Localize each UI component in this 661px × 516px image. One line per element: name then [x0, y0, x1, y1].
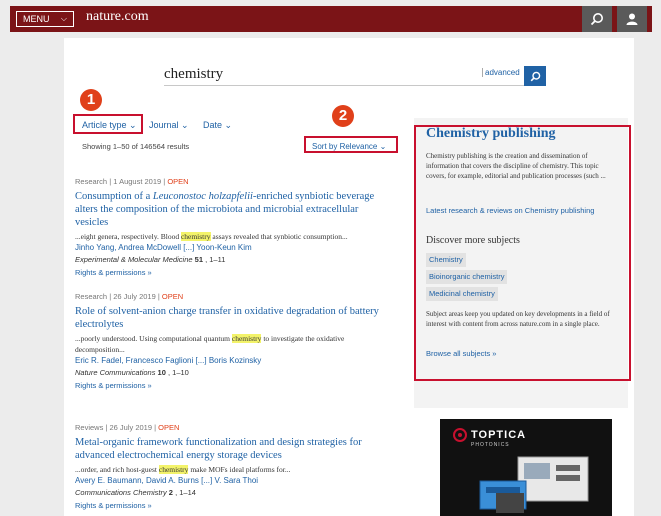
result-type: Research	[75, 292, 108, 301]
result-snippet: ...eight genera, respectively. Blood che…	[75, 232, 348, 241]
sort-dropdown[interactable]: Sort by Relevance ⌄	[312, 142, 386, 151]
result-authors[interactable]: Eric R. Fadel, Francesco Faglioni [...] …	[75, 355, 393, 367]
result-journal: Communications Chemistry 2 , 1–14	[75, 488, 196, 497]
result-title[interactable]: Consumption of a Leuconostoc holzapfelii…	[75, 190, 393, 229]
result-title[interactable]: Metal-organic framework functionalizatio…	[75, 436, 393, 462]
menu-label: MENU	[23, 14, 50, 24]
annotation-box-sidebar	[414, 125, 631, 381]
result-type: Research	[75, 177, 108, 186]
rights-permissions-link[interactable]: Rights & permissions »	[75, 379, 393, 392]
filter-article-type-label: Article type	[82, 120, 127, 130]
result-type: Reviews	[75, 423, 104, 432]
open-access-badge: OPEN	[161, 292, 184, 301]
search-results-page: chemistry advanced 1 2 3 Article type ⌄ …	[64, 38, 634, 516]
rights-permissions-link[interactable]: Rights & permissions »	[75, 499, 393, 512]
chevron-down-icon: ⌄	[181, 120, 189, 130]
open-access-badge: OPEN	[167, 177, 189, 186]
result-journal: Experimental & Molecular Medicine 51 , 1…	[75, 255, 226, 264]
menu-button[interactable]: MENU ⌵	[16, 11, 74, 27]
result-title[interactable]: Role of solvent-anion charge transfer in…	[75, 305, 393, 331]
site-logo[interactable]: nature.com	[86, 9, 149, 25]
filter-journal-label: Journal	[149, 120, 179, 130]
chevron-down-icon: ⌄	[379, 142, 387, 151]
result-date: 26 July 2019	[109, 423, 153, 432]
result-authors[interactable]: Avery E. Baumann, David A. Burns [...] V…	[75, 475, 393, 487]
annotation-badge-1: 1	[80, 89, 102, 111]
double-chevron-right-icon: »	[147, 268, 152, 277]
result-snippet: ...order, and rich host-guest chemistry …	[75, 465, 291, 474]
filter-date[interactable]: Date ⌄	[203, 120, 232, 131]
top-navigation-bar: MENU ⌵ nature.com	[10, 6, 652, 32]
search-button[interactable]	[582, 6, 612, 32]
advanced-search-link[interactable]: advanced	[482, 68, 520, 77]
filter-date-label: Date	[203, 120, 223, 130]
result-snippet: ...poorly understood. Using computationa…	[75, 334, 345, 354]
double-chevron-right-icon: »	[147, 381, 152, 390]
filter-article-type[interactable]: Article type ⌄	[82, 120, 137, 131]
search-icon	[530, 71, 540, 81]
rights-permissions-link[interactable]: Rights & permissions »	[75, 266, 393, 279]
double-chevron-right-icon: »	[147, 501, 152, 510]
result-meta: Research | 26 July 2019 | OPEN	[75, 292, 184, 301]
result-date: 1 August 2019	[113, 177, 162, 186]
laser-device-image	[479, 456, 589, 513]
result-journal: Nature Communications 10 , 1–10	[75, 368, 189, 377]
filter-journal[interactable]: Journal ⌄	[149, 120, 189, 131]
result-item: Research | 26 July 2019 | OPEN Role of s…	[75, 292, 393, 392]
sort-label: Sort by Relevance	[312, 142, 378, 151]
results-count: Showing 1–50 of 146564 results	[82, 142, 190, 151]
search-icon	[590, 13, 603, 26]
open-access-badge: OPEN	[158, 423, 180, 432]
chevron-down-icon: ⌄	[129, 120, 137, 130]
annotation-badge-2: 2	[332, 105, 354, 127]
search-submit-button[interactable]	[524, 66, 546, 86]
result-meta: Research | 1 August 2019 | OPEN	[75, 177, 189, 186]
result-meta: Reviews | 26 July 2019 | OPEN	[75, 423, 180, 432]
result-authors[interactable]: Jinho Yang, Andrea McDowell [...] Yoon-K…	[75, 242, 393, 254]
chevron-down-icon: ⌄	[224, 120, 233, 130]
advertisement[interactable]: TOPTICA PHOTONICS	[440, 419, 612, 516]
user-account-button[interactable]	[617, 6, 647, 32]
result-item: Research | 1 August 2019 | OPEN Consumpt…	[75, 177, 393, 279]
user-icon	[626, 13, 638, 25]
result-date: 26 July 2019	[113, 292, 156, 301]
chevron-down-icon: ⌵	[60, 14, 67, 23]
result-item: Reviews | 26 July 2019 | OPEN Metal-orga…	[75, 423, 393, 512]
